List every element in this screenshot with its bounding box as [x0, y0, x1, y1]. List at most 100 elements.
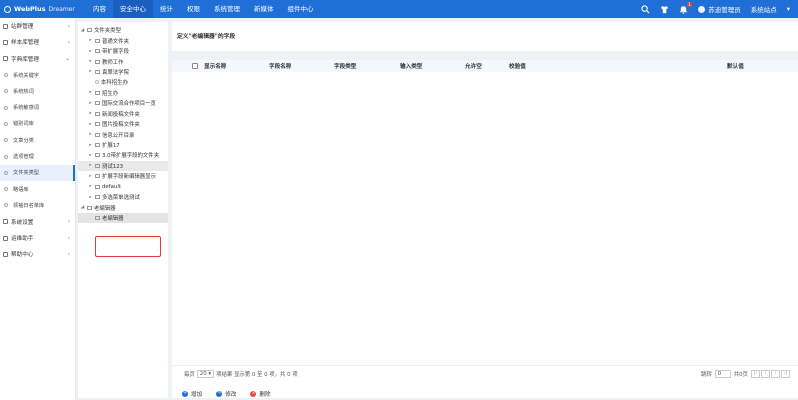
select-all-checkbox[interactable] [192, 63, 198, 69]
sidebar-item-10[interactable]: 略语库 [0, 181, 75, 197]
tree-toggle-icon[interactable]: ▸ [88, 122, 93, 127]
per-page-select[interactable]: 20 ▾ [196, 369, 215, 378]
chevron-icon: › [67, 250, 70, 258]
user-menu[interactable]: 苏迪管理员 [698, 4, 741, 14]
tree-toggle-icon[interactable]: ▸ [88, 90, 93, 95]
sidebar-item-2[interactable]: 字典库管理 ⌄ [0, 51, 75, 67]
tree-toggle-icon[interactable]: ▸ [88, 69, 93, 74]
tree-toggle-icon[interactable]: ▸ [88, 163, 93, 168]
folder-icon [95, 101, 100, 106]
sidebar-item-13[interactable]: 运维助手 › [0, 230, 75, 246]
sidebar-item-3[interactable]: 系统关键字 [0, 67, 75, 83]
nav-item-2[interactable]: 统计 [153, 0, 180, 18]
tree-node[interactable]: ▸ 带扩展字段 [78, 46, 168, 56]
jump-label: 跳转 [700, 371, 712, 378]
tree-toggle-icon[interactable]: ▸ [88, 59, 93, 64]
result-text: 项结果 显示第 0 至 0 项，共 0 项 [216, 371, 298, 378]
column-header-2[interactable]: 字段类型 [334, 62, 356, 70]
tree-node[interactable]: ▸ 3.0带扩展字段的文件夹 [78, 150, 168, 160]
tree-node[interactable]: ▸ 教师工作 [78, 56, 168, 66]
tree-node[interactable]: ▸ 信息公开目录 [78, 129, 168, 139]
tree-node[interactable]: ▸ 多选菜单选测试 [78, 192, 168, 202]
tree-toggle-icon[interactable]: ▸ [88, 174, 93, 179]
folder-icon [87, 28, 92, 33]
table-header: 显示名称 字段名称 字段类型 输入类型 允许空 校验值 默认值 [172, 60, 798, 72]
circle-icon [4, 154, 8, 159]
nav-item-6[interactable]: 组件中心 [281, 0, 321, 18]
sidebar-item-14[interactable]: 帮助中心 › [0, 246, 75, 262]
chevron-down-icon[interactable]: ▾ [787, 5, 790, 13]
sidebar-item-4[interactable]: 系统热词 [0, 83, 75, 99]
tree-toggle-icon[interactable]: ◢ [80, 205, 85, 210]
tree-toggle-icon[interactable]: ◢ [80, 28, 85, 33]
folder-icon [95, 122, 100, 127]
tree-node[interactable]: ◢ 老编辑器 [78, 202, 168, 212]
tree-node[interactable]: ▸ 扩展字段新编辑器显示 [78, 171, 168, 181]
edit-button[interactable]: ✎ 修改 [216, 390, 236, 398]
tree-node[interactable]: ▸ 国际交流合作项目一览 [78, 98, 168, 108]
page-nav-button-0[interactable]: |‹ [751, 369, 760, 378]
tree-node[interactable]: ▸ 普通文件夹 [78, 35, 168, 45]
sidebar-item-5[interactable]: 系统敏感词 [0, 99, 75, 115]
tree-toggle-icon[interactable]: ▸ [88, 101, 93, 106]
sidebar-item-0[interactable]: 站群管理 › [0, 18, 75, 34]
sidebar-item-9[interactable]: 文件夹类型 [0, 164, 75, 181]
circle-icon [4, 170, 8, 175]
tree-node-label: 扩展17 [102, 143, 120, 150]
sidebar-item-label: 系统关键字 [13, 72, 39, 79]
jump-input[interactable]: 0 [714, 369, 731, 378]
sidebar-item-11[interactable]: 领袖日名单库 [0, 197, 75, 213]
column-header-3[interactable]: 输入类型 [400, 62, 422, 70]
delete-button[interactable]: × 删除 [250, 390, 271, 398]
column-header-6[interactable]: 默认值 [727, 62, 744, 70]
nav-item-5[interactable]: 新媒体 [247, 0, 281, 18]
tree-node[interactable]: ▸ default [78, 182, 168, 192]
tree-node[interactable]: ▸ 招生办 [78, 88, 168, 98]
column-header-0[interactable]: 显示名称 [204, 62, 226, 70]
tree-node[interactable]: ▸ 测试123 [78, 160, 168, 172]
tree-toggle-icon[interactable]: ▸ [88, 184, 93, 189]
nav-item-1[interactable]: 安全中心 [113, 0, 153, 18]
sidebar-item-8[interactable]: 选项管理 [0, 148, 75, 164]
column-header-1[interactable]: 字段名称 [269, 62, 291, 70]
site-selector[interactable]: 系统站点 [751, 4, 777, 14]
tree-toggle-icon[interactable]: ▸ [88, 49, 93, 54]
sidebar-item-1[interactable]: 样本库管理 › [0, 34, 75, 50]
tree-node[interactable]: ▸ 袁翠法学院 [78, 67, 168, 77]
page-nav-button-2[interactable]: › [771, 369, 780, 378]
chevron-icon: › [67, 234, 70, 242]
sidebar-item-7[interactable]: 文章分类 [0, 132, 75, 148]
tree-toggle-icon[interactable]: ▸ [88, 111, 93, 116]
tree-toggle-icon[interactable]: ▸ [88, 195, 93, 200]
tree-node[interactable]: ◢ 文件夹类型 [78, 25, 168, 35]
menu-icon [3, 39, 8, 45]
pager-controls: 跳转 0 共0页 |‹ ‹ › ›| [700, 369, 790, 378]
sidebar-item-6[interactable]: 错别词库 [0, 116, 75, 132]
tree-toggle-icon[interactable]: ▸ [88, 153, 93, 158]
search-icon[interactable] [641, 4, 650, 14]
tree-node[interactable]: 本科招生办 [78, 77, 168, 87]
circle-icon [4, 187, 8, 192]
page-nav-button-3[interactable]: ›| [781, 369, 790, 378]
shirt-icon[interactable] [660, 5, 669, 14]
column-header-5[interactable]: 校验值 [509, 62, 526, 70]
nav-item-3[interactable]: 权限 [180, 0, 207, 18]
tree-toggle-icon[interactable]: ▸ [88, 132, 93, 137]
add-icon: + [182, 390, 188, 397]
tree-node[interactable]: ▸ 扩展17 [78, 140, 168, 150]
add-button[interactable]: + 增加 [182, 390, 202, 398]
user-name: 苏迪管理员 [708, 6, 741, 14]
nav-item-0[interactable]: 内容 [86, 0, 113, 18]
bell-icon[interactable]: 1 [679, 1, 693, 14]
tree-node[interactable]: ▸ 图片投稿文件夹 [78, 119, 168, 129]
nav-item-4[interactable]: 系统管理 [207, 0, 247, 18]
page-nav-button-1[interactable]: ‹ [761, 369, 770, 378]
tree-toggle-icon[interactable]: ▸ [88, 143, 93, 148]
sidebar-item-12[interactable]: 系统设置 › [0, 214, 75, 230]
circle-icon [4, 105, 8, 110]
page-title: 定义"老编辑器"的字段 [172, 22, 798, 52]
tree-toggle-icon[interactable]: ▸ [88, 38, 93, 43]
column-header-4[interactable]: 允许空 [465, 62, 482, 70]
tree-node[interactable]: 老编辑器 [78, 212, 168, 224]
tree-node[interactable]: ▸ 新闻投稿文件夹 [78, 109, 168, 119]
